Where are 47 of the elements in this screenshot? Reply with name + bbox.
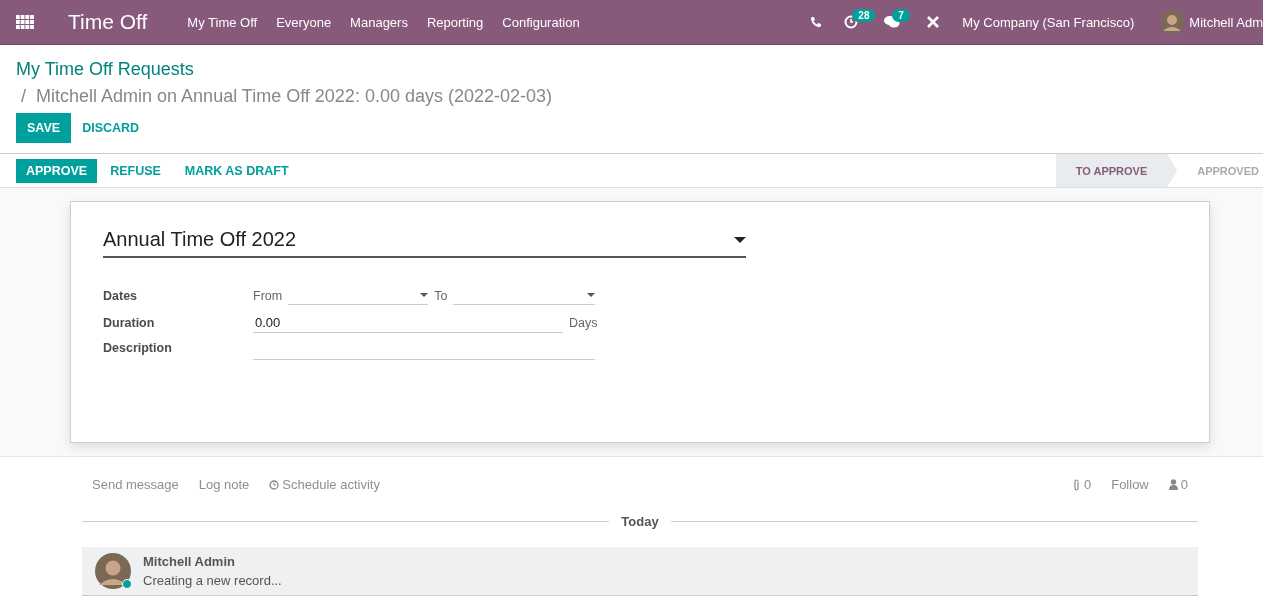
discard-button[interactable]: DISCARD xyxy=(71,113,151,143)
status-action-button[interactable]: APPROVE xyxy=(16,158,98,183)
stage-step[interactable]: APPROVED xyxy=(1177,154,1263,187)
chatter-action[interactable]: Send message xyxy=(92,477,179,492)
breadcrumb-link[interactable]: My Time Off Requests xyxy=(16,59,1247,80)
field-label: Description xyxy=(103,341,173,355)
activity-count-badge: 28 xyxy=(852,9,876,22)
clock-icon[interactable] xyxy=(844,15,859,29)
chatter-action[interactable]: Schedule activity xyxy=(269,477,380,492)
message-body: Creating a new record... xyxy=(143,573,282,588)
breadcrumb-separator: / xyxy=(21,86,26,106)
field-label: To xyxy=(434,288,448,303)
caret-icon xyxy=(587,293,596,297)
field-label: Duration xyxy=(103,316,156,330)
paperclip-icon xyxy=(1071,478,1081,491)
caret-icon xyxy=(420,293,429,297)
user-name[interactable]: Mitchell Adm xyxy=(1189,14,1263,30)
phone-icon[interactable] xyxy=(810,16,823,28)
status-action-button[interactable]: MARK AS DRAFT xyxy=(173,158,300,183)
company-switcher[interactable]: My Company (San Francisco) xyxy=(962,14,1135,30)
menu-item[interactable]: My Time Off xyxy=(187,14,258,30)
stage-step[interactable]: TO APPROVE xyxy=(1055,154,1178,187)
attachments-button[interactable]: 0 xyxy=(1071,477,1092,492)
follow-button[interactable]: Follow xyxy=(1111,477,1149,492)
menu-item[interactable]: Everyone xyxy=(276,14,332,30)
date-separator: Today xyxy=(621,514,659,529)
app-title: Time Off xyxy=(68,10,148,34)
clock-icon xyxy=(269,479,280,490)
duration-field[interactable]: 0.00 xyxy=(253,313,563,333)
duration-unit: Days xyxy=(569,316,598,330)
message-author: Mitchell Admin xyxy=(143,554,236,569)
user-avatar xyxy=(95,553,131,589)
apps-menu-icon[interactable] xyxy=(16,15,34,29)
menu-item[interactable]: Managers xyxy=(350,14,408,30)
menu-item[interactable]: Reporting xyxy=(426,14,484,30)
field-label: Dates xyxy=(103,288,139,303)
status-action-button[interactable]: REFUSE xyxy=(99,158,172,183)
message-count-badge: 7 xyxy=(892,9,910,22)
menu-item[interactable]: Configuration xyxy=(502,14,580,30)
breadcrumb-current: Mitchell Admin on Annual Time Off 2022: 0.00 days (2022-02-03) xyxy=(36,86,552,106)
chatter-action[interactable]: Log note xyxy=(198,477,250,492)
field-label: From xyxy=(253,288,283,303)
save-button[interactable]: SAVE xyxy=(16,113,72,143)
leave-type-select[interactable]: Annual Time Off 2022 xyxy=(103,228,746,258)
person-icon xyxy=(1168,479,1178,490)
followers-button[interactable]: 0 xyxy=(1168,477,1188,492)
caret-icon xyxy=(734,236,746,243)
